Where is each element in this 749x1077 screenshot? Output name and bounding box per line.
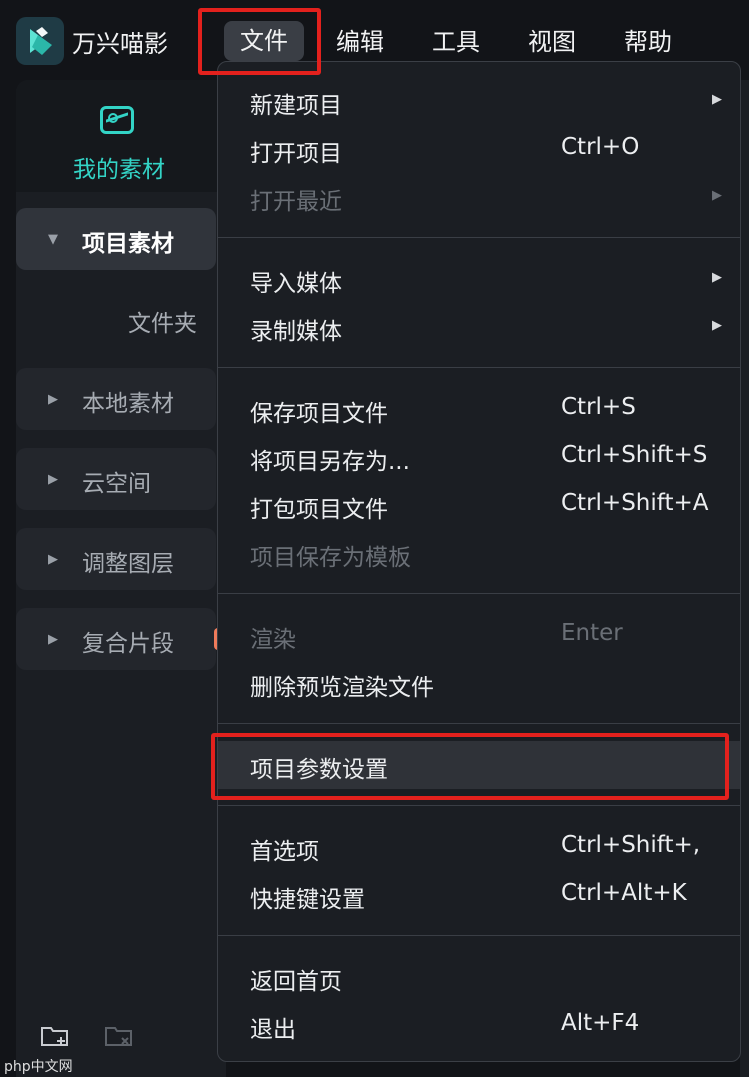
tree-item-label: 本地素材 [82, 391, 174, 417]
menu-item-archive-project[interactable]: 打包项目文件 Ctrl+Shift+A [218, 481, 740, 529]
menu-item-shortcut: Ctrl+Alt+K [561, 880, 687, 906]
tree-item-label: 复合片段 [82, 631, 174, 657]
menu-item-label: 退出 [250, 1017, 296, 1043]
menu-item-label: 将项目另存为... [250, 449, 410, 475]
app-logo-icon [16, 17, 64, 65]
menu-item-save-project[interactable]: 保存项目文件 Ctrl+S [218, 385, 740, 433]
tree-item-folder[interactable]: 文件夹 [128, 304, 197, 338]
tree-item-label: 项目素材 [82, 231, 174, 257]
tree-item-local-media[interactable]: ▶ 本地素材 [16, 368, 216, 430]
menu-item-import-media[interactable]: 导入媒体 ▶ [218, 255, 740, 303]
app-name: 万兴喵影 [72, 30, 168, 58]
menu-item-new-project[interactable]: 新建项目 ▶ [218, 77, 740, 125]
menu-item-exit[interactable]: 退出 Alt+F4 [218, 1001, 740, 1049]
menu-item-label: 录制媒体 [250, 319, 342, 345]
menu-item-label: 返回首页 [250, 969, 342, 995]
media-tab-label: 我的素材 [73, 157, 165, 183]
menu-item-label: 打开项目 [250, 141, 342, 167]
menu-item-save-as-template[interactable]: 项目保存为模板 [218, 529, 740, 577]
caret-right-icon: ▶ [48, 472, 58, 487]
menu-tools[interactable]: 工具 [432, 22, 480, 57]
menu-item-label: 打包项目文件 [250, 497, 388, 523]
tree-item-label: 调整图层 [82, 551, 174, 577]
right-panel-edge [740, 80, 749, 1077]
annotation-box-file-menu [198, 8, 321, 75]
submenu-arrow-icon: ▶ [712, 188, 722, 203]
submenu-arrow-icon: ▶ [712, 92, 722, 107]
submenu-arrow-icon: ▶ [712, 270, 722, 285]
submenu-arrow-icon: ▶ [712, 318, 722, 333]
menu-help[interactable]: 帮助 [624, 22, 672, 57]
delete-folder-icon[interactable] [104, 1024, 134, 1048]
tree-item-compound-clip[interactable]: ▶ 复合片段 [16, 608, 216, 670]
media-tab[interactable]: 我的素材 [16, 80, 226, 192]
caret-right-icon: ▶ [48, 552, 58, 567]
menu-item-keyboard-shortcuts[interactable]: 快捷键设置 Ctrl+Alt+K [218, 871, 740, 919]
menu-item-shortcut: Alt+F4 [561, 1010, 640, 1036]
menu-item-label: 打开最近 [250, 189, 342, 215]
menu-item-preferences[interactable]: 首选项 Ctrl+Shift+, [218, 823, 740, 871]
watermark: php中文网 [4, 1059, 73, 1075]
menu-edit[interactable]: 编辑 [336, 22, 384, 57]
file-menu-dropdown: 新建项目 ▶ 打开项目 Ctrl+O 打开最近 ▶ 导入媒体 ▶ 录制媒体 ▶ … [217, 61, 741, 1062]
tree-item-adjustment-layer[interactable]: ▶ 调整图层 [16, 528, 216, 590]
tree-item-label: 云空间 [82, 471, 151, 497]
caret-right-icon: ▶ [48, 392, 58, 407]
menu-item-shortcut: Ctrl+O [561, 134, 640, 160]
menu-separator [218, 367, 740, 368]
menu-item-back-to-home[interactable]: 返回首页 [218, 953, 740, 1001]
menu-item-save-as[interactable]: 将项目另存为... Ctrl+Shift+S [218, 433, 740, 481]
menu-view[interactable]: 视图 [528, 22, 576, 57]
new-folder-icon[interactable] [40, 1024, 70, 1048]
menu-item-open-recent[interactable]: 打开最近 ▶ [218, 173, 740, 221]
menu-item-label: 导入媒体 [250, 271, 342, 297]
menu-item-delete-preview-render[interactable]: 删除预览渲染文件 [218, 659, 740, 707]
menu-item-label: 保存项目文件 [250, 401, 388, 427]
menu-item-shortcut: Ctrl+S [561, 394, 636, 420]
menu-item-label: 快捷键设置 [250, 887, 365, 913]
menu-item-open-project[interactable]: 打开项目 Ctrl+O [218, 125, 740, 173]
menu-item-render[interactable]: 渲染 Enter [218, 611, 740, 659]
caret-right-icon: ▶ [48, 632, 58, 647]
caret-down-icon: ▼ [48, 232, 58, 247]
menu-item-shortcut: Enter [561, 620, 623, 646]
tree-item-cloud[interactable]: ▶ 云空间 [16, 448, 216, 510]
menu-item-label: 项目保存为模板 [250, 545, 411, 571]
media-icon [100, 106, 134, 134]
menu-item-label: 新建项目 [250, 93, 342, 119]
menu-item-shortcut: Ctrl+Shift+S [561, 442, 708, 468]
menu-item-label: 渲染 [250, 627, 296, 653]
menu-separator [218, 237, 740, 238]
menu-separator [218, 723, 740, 724]
menu-item-label: 首选项 [250, 839, 319, 865]
tree-item-project-media[interactable]: ▼ 项目素材 [16, 208, 216, 270]
annotation-box-project-settings [211, 733, 729, 800]
menu-separator [218, 935, 740, 936]
menu-item-shortcut: Ctrl+Shift+A [561, 490, 709, 516]
menu-item-record-media[interactable]: 录制媒体 ▶ [218, 303, 740, 351]
menu-item-label: 删除预览渲染文件 [250, 675, 434, 701]
menu-item-shortcut: Ctrl+Shift+, [561, 832, 701, 858]
menu-separator [218, 593, 740, 594]
menu-separator [218, 805, 740, 806]
